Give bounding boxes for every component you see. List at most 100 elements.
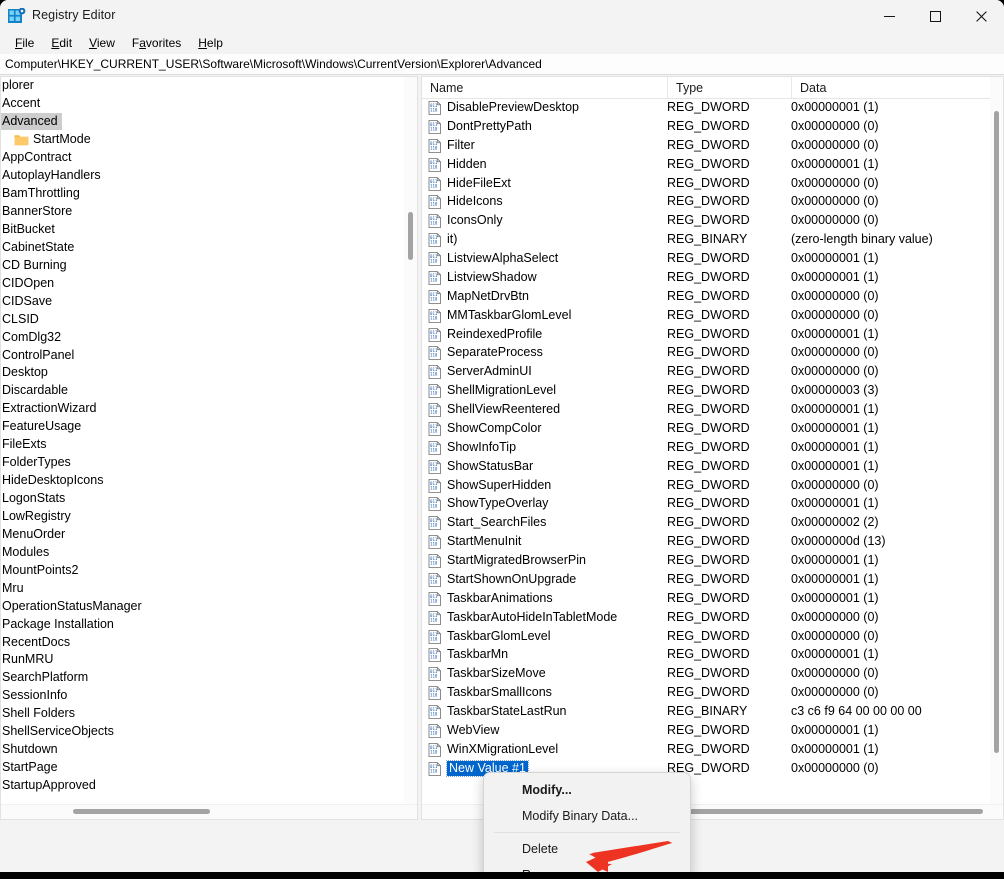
context-menu-item-rename[interactable]: Rename <box>484 862 690 872</box>
value-row[interactable]: 011110FilterREG_DWORD0x00000000 (0) <box>422 137 1003 156</box>
value-row[interactable]: 011110TaskbarAutoHideInTabletModeREG_DWO… <box>422 609 1003 628</box>
maximize-button[interactable] <box>912 0 958 32</box>
tree-item[interactable]: LowRegistry <box>1 508 405 526</box>
tree-item[interactable]: StartupApproved <box>1 777 405 795</box>
value-row[interactable]: 011110TaskbarSizeMoveREG_DWORD0x00000000… <box>422 665 1003 684</box>
tree-item[interactable]: CIDSave <box>1 292 405 310</box>
tree-item[interactable]: Desktop <box>1 364 405 382</box>
value-row[interactable]: 011110ShowTypeOverlayREG_DWORD0x00000001… <box>422 495 1003 514</box>
tree-item[interactable]: RunMRU <box>1 651 405 669</box>
tree-item[interactable]: Package Installation <box>1 615 405 633</box>
value-row[interactable]: 011110DisablePreviewDesktopREG_DWORD0x00… <box>422 99 1003 118</box>
value-row[interactable]: 011110it)REG_BINARY(zero-length binary v… <box>422 231 1003 250</box>
tree-item[interactable]: BamThrottling <box>1 185 405 203</box>
value-row[interactable]: 011110ListviewAlphaSelectREG_DWORD0x0000… <box>422 250 1003 269</box>
value-row[interactable]: 011110ShowCompColorREG_DWORD0x00000001 (… <box>422 420 1003 439</box>
list-vertical-scrollbar[interactable] <box>990 77 1003 805</box>
tree-item[interactable]: SearchPlatform <box>1 669 405 687</box>
value-row[interactable]: 011110MMTaskbarGlomLevelREG_DWORD0x00000… <box>422 307 1003 326</box>
menu-file[interactable]: File <box>7 34 43 53</box>
tree-item[interactable]: Accent <box>1 95 405 113</box>
tree-item[interactable]: LogonStats <box>1 490 405 508</box>
value-row[interactable]: 011110TaskbarMnREG_DWORD0x00000001 (1) <box>422 646 1003 665</box>
tree-hscroll-thumb[interactable] <box>73 809 210 814</box>
value-row[interactable]: 011110ShowInfoTipREG_DWORD0x00000001 (1) <box>422 439 1003 458</box>
value-row[interactable]: 011110TaskbarStateLastRunREG_BINARYc3 c6… <box>422 703 1003 722</box>
value-row[interactable]: 011110IconsOnlyREG_DWORD0x00000000 (0) <box>422 212 1003 231</box>
context-menu-item-delete[interactable]: Delete <box>484 836 690 862</box>
tree-item[interactable]: BitBucket <box>1 221 405 239</box>
close-button[interactable] <box>958 0 1004 32</box>
tree-item[interactable]: StartMode <box>1 131 405 149</box>
tree-vertical-scrollbar[interactable] <box>404 77 417 807</box>
tree-item[interactable]: MountPoints2 <box>1 561 405 579</box>
tree-item[interactable]: CD Burning <box>1 256 405 274</box>
menu-edit[interactable]: Edit <box>43 34 81 53</box>
value-row[interactable]: 011110WebViewREG_DWORD0x00000001 (1) <box>422 722 1003 741</box>
tree-item-selected[interactable]: Advanced <box>1 113 405 131</box>
column-header-name[interactable]: Name <box>422 77 667 98</box>
value-row[interactable]: 011110ShowSuperHiddenREG_DWORD0x00000000… <box>422 477 1003 496</box>
value-row[interactable]: 011110ShellMigrationLevelREG_DWORD0x0000… <box>422 382 1003 401</box>
context-menu-item-modify-binary-data[interactable]: Modify Binary Data... <box>484 803 690 829</box>
value-row[interactable]: 011110DontPrettyPathREG_DWORD0x00000000 … <box>422 118 1003 137</box>
tree-item[interactable]: CLSID <box>1 310 405 328</box>
tree-item[interactable]: CIDOpen <box>1 274 405 292</box>
list-hscroll-thumb[interactable] <box>673 809 983 814</box>
value-row[interactable]: 011110MapNetDrvBtnREG_DWORD0x00000000 (0… <box>422 288 1003 307</box>
tree-item[interactable]: ComDlg32 <box>1 328 405 346</box>
tree-item[interactable]: MenuOrder <box>1 525 405 543</box>
menu-help[interactable]: Help <box>190 34 232 53</box>
value-row[interactable]: 011110ReindexedProfileREG_DWORD0x0000000… <box>422 326 1003 345</box>
tree-item[interactable]: OperationStatusManager <box>1 597 405 615</box>
tree-item[interactable]: AutoplayHandlers <box>1 167 405 185</box>
tree-item[interactable]: AppContract <box>1 149 405 167</box>
tree-item[interactable]: CabinetState <box>1 238 405 256</box>
value-row[interactable]: 011110StartMigratedBrowserPinREG_DWORD0x… <box>422 552 1003 571</box>
tree-item[interactable]: FeatureUsage <box>1 418 405 436</box>
value-row[interactable]: 011110WinXMigrationLevelREG_DWORD0x00000… <box>422 741 1003 760</box>
list-vscroll-thumb[interactable] <box>994 111 999 753</box>
tree-item[interactable]: FolderTypes <box>1 454 405 472</box>
tree-horizontal-scrollbar[interactable] <box>1 804 417 819</box>
value-row[interactable]: 011110HideIconsREG_DWORD0x00000000 (0) <box>422 193 1003 212</box>
tree-item[interactable]: StartPage <box>1 759 405 777</box>
value-row[interactable]: 011110StartShownOnUpgradeREG_DWORD0x0000… <box>422 571 1003 590</box>
tree-vscroll-thumb[interactable] <box>408 212 413 260</box>
column-header-data[interactable]: Data <box>791 77 1003 98</box>
tree-item[interactable]: Mru <box>1 579 405 597</box>
value-row[interactable]: 011110ServerAdminUIREG_DWORD0x00000000 (… <box>422 363 1003 382</box>
tree-item[interactable]: RecentDocs <box>1 633 405 651</box>
address-bar[interactable]: Computer\HKEY_CURRENT_USER\Software\Micr… <box>0 54 1004 75</box>
context-menu-item-modify[interactable]: Modify... <box>484 777 690 803</box>
value-row[interactable]: 011110ShowStatusBarREG_DWORD0x00000001 (… <box>422 458 1003 477</box>
value-row[interactable]: 011110TaskbarGlomLevelREG_DWORD0x0000000… <box>422 628 1003 647</box>
registry-key-tree[interactable]: plorerAccentAdvancedStartModeAppContract… <box>1 77 405 807</box>
value-list[interactable]: 011110DisablePreviewDesktopREG_DWORD0x00… <box>422 99 1003 805</box>
tree-item[interactable]: SessionInfo <box>1 687 405 705</box>
tree-item[interactable]: ExtractionWizard <box>1 400 405 418</box>
tree-item[interactable]: FileExts <box>1 436 405 454</box>
minimize-button[interactable] <box>866 0 912 32</box>
tree-item[interactable]: Shell Folders <box>1 705 405 723</box>
value-row[interactable]: 011110SeparateProcessREG_DWORD0x00000000… <box>422 344 1003 363</box>
value-row[interactable]: 011110ListviewShadowREG_DWORD0x00000001 … <box>422 269 1003 288</box>
value-row[interactable]: 011110TaskbarSmallIconsREG_DWORD0x000000… <box>422 684 1003 703</box>
tree-item[interactable]: Shutdown <box>1 741 405 759</box>
tree-item[interactable]: plorer <box>1 77 405 95</box>
tree-item[interactable]: BannerStore <box>1 203 405 221</box>
value-row[interactable]: 011110ShellViewReenteredREG_DWORD0x00000… <box>422 401 1003 420</box>
value-row[interactable]: 011110TaskbarAnimationsREG_DWORD0x000000… <box>422 590 1003 609</box>
menu-view[interactable]: View <box>81 34 124 53</box>
tree-item[interactable]: ControlPanel <box>1 346 405 364</box>
tree-item[interactable]: ShellServiceObjects <box>1 723 405 741</box>
value-row[interactable]: 011110StartMenuInitREG_DWORD0x0000000d (… <box>422 533 1003 552</box>
value-row[interactable]: 011110Start_SearchFilesREG_DWORD0x000000… <box>422 514 1003 533</box>
tree-item[interactable]: Modules <box>1 543 405 561</box>
value-row[interactable]: 011110HiddenREG_DWORD0x00000001 (1) <box>422 156 1003 175</box>
value-row[interactable]: 011110HideFileExtREG_DWORD0x00000000 (0) <box>422 175 1003 194</box>
tree-item[interactable]: HideDesktopIcons <box>1 472 405 490</box>
menu-favorites[interactable]: Favorites <box>124 34 190 53</box>
tree-item[interactable]: Discardable <box>1 382 405 400</box>
column-header-type[interactable]: Type <box>667 77 791 98</box>
